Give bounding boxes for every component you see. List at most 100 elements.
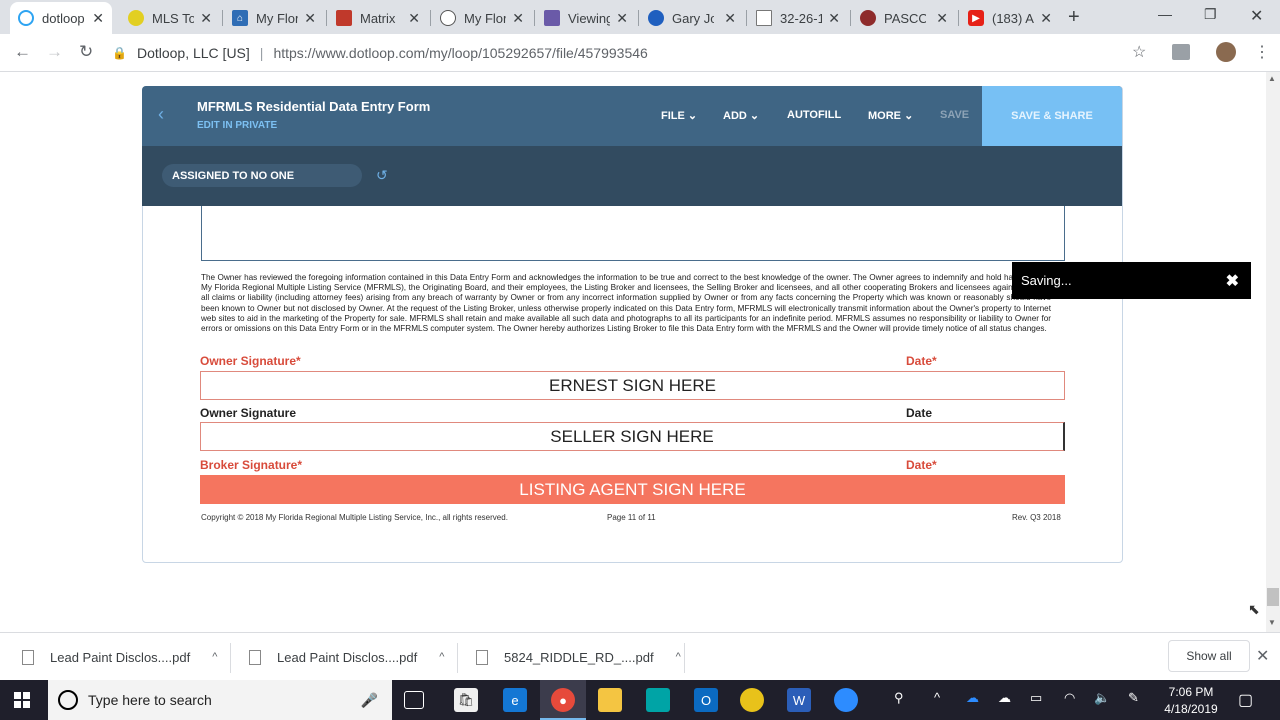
site-org: Dotloop, LLC [US]	[136, 45, 250, 61]
file-explorer-icon[interactable]	[598, 688, 622, 712]
back-chevron-icon[interactable]: ‹	[158, 104, 164, 125]
taskbar-clock[interactable]: 7:06 PM 4/18/2019	[1160, 684, 1222, 718]
url-text: https://www.dotloop.com/my/loop/10529265…	[273, 45, 648, 61]
clock-time: 7:06 PM	[1168, 685, 1214, 699]
close-icon[interactable]: ✕	[408, 10, 420, 27]
listing-agent-signature-field[interactable]: LISTING AGENT SIGN HERE	[200, 475, 1065, 504]
outlook-icon[interactable]: O	[694, 688, 718, 712]
doc-icon	[756, 10, 772, 26]
home-icon: ⌂	[232, 10, 248, 26]
app-icon[interactable]	[646, 688, 670, 712]
address-bar[interactable]: 🔒 Dotloop, LLC [US] | https://www.dotloo…	[112, 38, 1162, 68]
word-icon[interactable]: W	[787, 688, 811, 712]
owner-signature-field[interactable]: ERNEST SIGN HERE	[200, 371, 1065, 400]
pdf-file-icon	[476, 649, 488, 665]
zoom-icon[interactable]	[834, 688, 858, 712]
window-close-button[interactable]: ✕	[1250, 6, 1263, 26]
sync-icon[interactable]: ☁	[998, 690, 1011, 706]
people-icon[interactable]: ⚲	[894, 690, 904, 706]
tab-pasco[interactable]: PASCO ✕	[852, 2, 956, 34]
edge-icon[interactable]: e	[503, 688, 527, 712]
broker-signature-label: Broker Signature*	[200, 458, 303, 472]
task-view-icon[interactable]	[404, 691, 424, 709]
tab-youtube[interactable]: ▶ (183) A ✕	[960, 2, 1060, 34]
tab-matrix[interactable]: Matrix ✕	[328, 2, 428, 34]
autofill-button[interactable]: AUTOFILL	[787, 109, 841, 121]
reload-icon[interactable]: ↻	[79, 42, 93, 62]
tab-title: 32-26-1	[780, 10, 822, 26]
tab-mls[interactable]: MLS To ✕	[120, 2, 220, 34]
close-icon[interactable]: ✕	[936, 10, 948, 27]
taskbar-search-box[interactable]: Type here to search 🎤	[48, 680, 392, 720]
onedrive-icon[interactable]: ☁	[966, 690, 979, 706]
minimize-button[interactable]: —	[1158, 6, 1172, 22]
scroll-up-icon[interactable]: ▲	[1268, 74, 1276, 83]
close-icon[interactable]: ✕	[304, 10, 316, 27]
chevron-up-icon[interactable]: ^	[676, 651, 681, 663]
volume-icon[interactable]: 🔈	[1094, 690, 1110, 706]
chevron-up-icon[interactable]: ^	[439, 651, 444, 663]
windows-start-icon[interactable]	[14, 692, 30, 708]
revision-text: Rev. Q3 2018	[1012, 513, 1061, 522]
show-all-downloads-button[interactable]: Show all	[1168, 640, 1250, 672]
close-icon[interactable]: ✕	[92, 10, 104, 27]
close-icon[interactable]: ✕	[724, 10, 736, 27]
tab-my-florida[interactable]: ⌂ My Flor ✕	[224, 2, 324, 34]
download-item[interactable]: Lead Paint Disclos....pdf ^	[22, 633, 217, 681]
download-item[interactable]: Lead Paint Disclos....pdf ^	[249, 633, 444, 681]
browser-tab-strip: dotloop ✕ MLS To ✕ ⌂ My Flor ✕ Matrix ✕ …	[0, 0, 1280, 34]
close-icon[interactable]: ✕	[1256, 646, 1269, 666]
pen-icon[interactable]: ✎	[1128, 690, 1139, 706]
scrollbar-thumb[interactable]	[1267, 588, 1279, 606]
chevron-up-icon[interactable]: ^	[212, 651, 217, 663]
store-icon[interactable]: 🛍	[454, 688, 478, 712]
tab-title: MLS To	[152, 10, 194, 26]
chevron-up-icon[interactable]: ^	[934, 690, 940, 705]
tab-dotloop[interactable]: dotloop ✕	[10, 2, 112, 34]
tab-my-florida-2[interactable]: My Flor ✕	[432, 2, 532, 34]
assign-dropdown[interactable]: ASSIGNED TO NO ONE	[162, 164, 362, 187]
close-icon[interactable]: ✖	[1226, 271, 1239, 291]
wifi-icon[interactable]: ◠	[1064, 690, 1075, 706]
menu-kebab-icon[interactable]: ⋮	[1254, 42, 1270, 62]
vertical-scrollbar[interactable]	[1266, 72, 1280, 632]
close-icon[interactable]: ✕	[1040, 10, 1052, 27]
edit-in-private-link[interactable]: EDIT IN PRIVATE	[197, 120, 277, 131]
tab-viewing[interactable]: Viewing ✕	[536, 2, 636, 34]
new-tab-button[interactable]: +	[1068, 6, 1080, 29]
avatar[interactable]	[1216, 42, 1236, 62]
file-menu[interactable]: FILE ⌄	[661, 109, 697, 122]
history-icon[interactable]: ↺	[376, 167, 388, 184]
close-icon[interactable]: ✕	[200, 10, 212, 27]
tab-gary[interactable]: Gary Jo ✕	[640, 2, 744, 34]
remarks-field[interactable]	[201, 206, 1065, 261]
bookmark-star-icon[interactable]: ☆	[1132, 42, 1146, 62]
scroll-down-icon[interactable]: ▼	[1268, 618, 1276, 627]
save-and-share-button[interactable]: SAVE & SHARE	[982, 86, 1122, 146]
close-icon[interactable]: ✕	[616, 10, 628, 27]
close-icon[interactable]: ✕	[828, 10, 840, 27]
pdf-file-icon	[249, 649, 261, 665]
save-button[interactable]: SAVE	[940, 109, 969, 121]
tab-parcel[interactable]: 32-26-1 ✕	[748, 2, 848, 34]
add-menu[interactable]: ADD ⌄	[723, 109, 759, 122]
chrome-icon[interactable]: ●	[551, 688, 575, 712]
browser-toolbar: ← → ↻ 🔒 Dotloop, LLC [US] | https://www.…	[0, 34, 1280, 72]
tab-title: Gary Jo	[672, 10, 714, 26]
back-arrow-icon[interactable]: ←	[14, 42, 31, 62]
viewing-icon	[544, 10, 560, 26]
close-icon[interactable]: ✕	[512, 10, 524, 27]
forward-arrow-icon[interactable]: →	[46, 42, 63, 62]
restore-button[interactable]: ❐	[1204, 6, 1217, 23]
download-filename: Lead Paint Disclos....pdf	[50, 649, 191, 665]
seller-signature-field[interactable]: SELLER SIGN HERE	[200, 422, 1065, 451]
copyright-text: Copyright © 2018 My Florida Regional Mul…	[201, 513, 508, 522]
download-item[interactable]: 5824_RIDDLE_RD_....pdf ^	[476, 633, 681, 681]
microphone-icon[interactable]: 🎤	[361, 692, 378, 709]
more-menu[interactable]: MORE ⌄	[868, 109, 913, 122]
extension-icon[interactable]	[1172, 44, 1190, 60]
battery-icon[interactable]: ▭	[1030, 690, 1042, 706]
legal-disclaimer: The Owner has reviewed the foregoing inf…	[201, 273, 1051, 334]
notifications-icon[interactable]: ▢	[1238, 690, 1253, 710]
sun-app-icon[interactable]	[740, 688, 764, 712]
